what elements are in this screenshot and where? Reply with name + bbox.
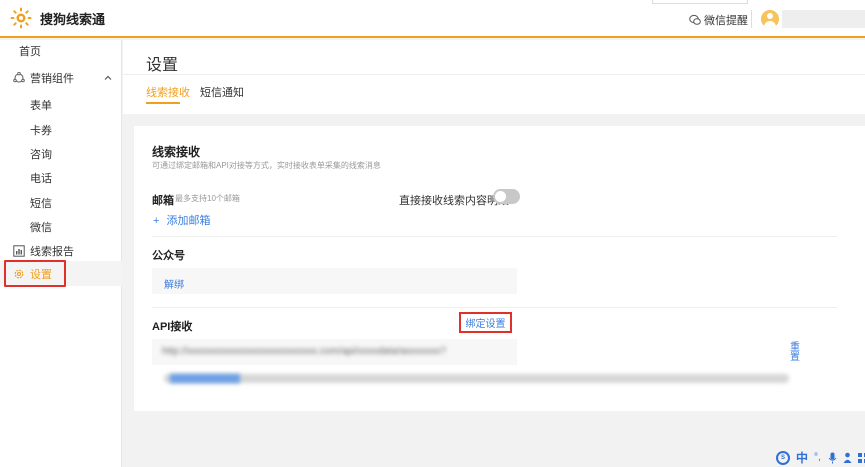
tab-sms-notice[interactable]: 短信通知 xyxy=(200,84,244,100)
sidebar-item-lead-report[interactable]: 线索报告 xyxy=(0,241,122,261)
section-divider xyxy=(152,236,837,237)
top-dropdown-edge xyxy=(652,0,748,4)
sidebar-item-label: 线索报告 xyxy=(30,246,74,258)
top-bar: 搜狗线索通 微信提醒 xyxy=(0,0,865,38)
logo[interactable]: 搜狗线索通 xyxy=(10,7,105,29)
email-label: 邮箱 xyxy=(152,195,174,207)
sidebar-item-phone[interactable]: 电话 xyxy=(0,168,122,188)
settings-highlight-box xyxy=(4,260,66,287)
top-divider xyxy=(751,10,752,28)
api-url: http://xxxxxxxxxxxxxxxxxxxxxxxxxx.com/ap… xyxy=(162,346,446,357)
sidebar-item-coupon[interactable]: 卡券 xyxy=(0,120,122,140)
wechat-icon xyxy=(689,14,701,25)
unbind-link[interactable]: 解绑 xyxy=(164,276,184,291)
api-url-box[interactable]: http://xxxxxxxxxxxxxxxxxxxxxxxxxx.com/ap… xyxy=(152,339,517,365)
wechat-remind-button[interactable]: 微信提醒 xyxy=(689,12,748,28)
section-description: 可通过绑定邮箱和API对接等方式，实时接收表单采集的线索消息 xyxy=(152,161,381,170)
add-email-button[interactable]: + 添加邮箱 xyxy=(153,212,211,228)
sidebar-item-label: 微信 xyxy=(30,222,52,234)
app-name: 搜狗线索通 xyxy=(40,11,106,27)
report-chart-icon xyxy=(13,245,25,257)
sidebar-item-label: 营销组件 xyxy=(30,73,74,85)
add-email-label: 添加邮箱 xyxy=(166,215,211,227)
microphone-icon[interactable] xyxy=(828,452,837,464)
section-title-lead-receive: 线索接收 xyxy=(152,145,201,159)
section-divider xyxy=(152,307,837,308)
section-title-official-account: 公众号 xyxy=(152,250,185,262)
active-tab-underline xyxy=(146,102,180,104)
sidebar-item-label: 卡券 xyxy=(30,125,52,137)
sidebar-item-label: 咨询 xyxy=(30,149,52,161)
sidebar-item-label: 电话 xyxy=(30,173,52,185)
ime-logo-icon[interactable]: S xyxy=(776,450,790,465)
ime-language[interactable]: 中 xyxy=(796,449,808,466)
header-divider xyxy=(123,74,865,75)
tab-lead-receive[interactable]: 线索接收 xyxy=(146,84,190,100)
sidebar-item-home[interactable]: 首页 xyxy=(0,41,122,61)
bind-settings-button[interactable]: 绑定设置 xyxy=(459,312,512,333)
email-hint: 最多支持10个邮箱 xyxy=(175,194,240,203)
sidebar-item-label: 首页 xyxy=(19,46,41,58)
sidebar-item-consult[interactable]: 咨询 xyxy=(0,144,122,164)
avatar[interactable] xyxy=(761,10,779,28)
sidebar-item-form[interactable]: 表单 xyxy=(0,95,122,115)
wechat-remind-label: 微信提醒 xyxy=(704,15,748,27)
user-icon[interactable] xyxy=(843,452,852,464)
sun-logo-icon xyxy=(10,7,32,29)
sidebar-item-sms[interactable]: 短信 xyxy=(0,193,122,213)
official-account-box: 解绑 xyxy=(152,268,517,294)
page-header: 设置 线索接收 短信通知 xyxy=(123,40,865,114)
bind-settings-label: 绑定设置 xyxy=(465,319,506,330)
reset-link[interactable]: 重置 xyxy=(790,343,801,363)
sidebar: 首页 营销组件 表单 卡券 咨询 电话 短信 微信 线索报告 设置 xyxy=(0,40,122,467)
sidebar-item-wechat[interactable]: 微信 xyxy=(0,217,122,237)
punctuation-icon[interactable]: °, xyxy=(814,452,822,462)
user-name-box[interactable] xyxy=(782,10,865,28)
sidebar-item-label: 短信 xyxy=(30,198,52,210)
grid-menu-icon[interactable] xyxy=(858,452,865,463)
sidebar-item-label: 表单 xyxy=(30,100,52,112)
sidebar-item-marketing-components[interactable]: 营销组件 xyxy=(0,68,122,88)
component-icon xyxy=(13,72,25,83)
lead-receive-card: 线索接收 可通过绑定邮箱和API对接等方式，实时接收表单采集的线索消息 邮箱 最… xyxy=(134,126,865,411)
plus-icon: + xyxy=(153,215,160,227)
chevron-up-icon[interactable] xyxy=(104,74,112,82)
direct-receive-toggle[interactable] xyxy=(493,189,520,204)
input-method-toolbar: S 中 °, xyxy=(776,449,865,466)
section-title-api: API接收 xyxy=(152,321,193,333)
page-title: 设置 xyxy=(146,57,179,74)
